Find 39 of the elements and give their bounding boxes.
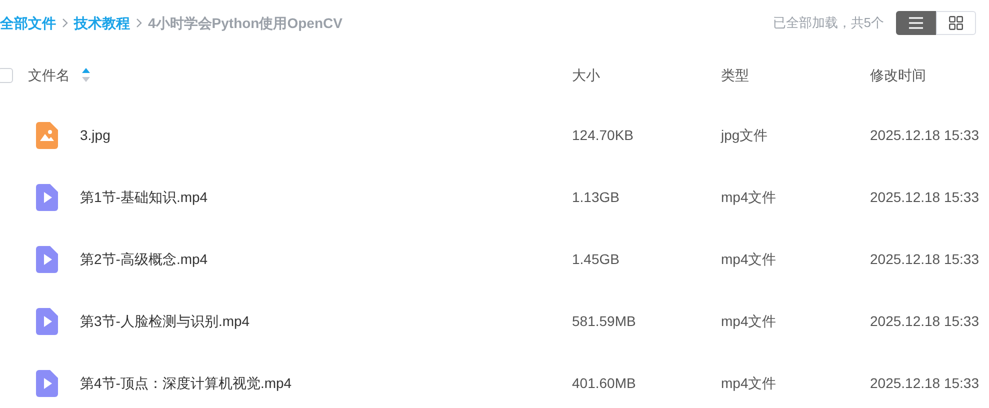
file-size: 1.45GB [572, 250, 620, 266]
modified-time: 2025.12.18 15:33 [870, 374, 979, 390]
file-type: jpg文件 [721, 126, 768, 142]
list-view-button[interactable] [896, 11, 936, 35]
breadcrumb-current: 4小时学会Python使用OpenCV [148, 14, 342, 33]
sort-icon[interactable] [82, 68, 90, 82]
column-header[interactable]: 文件名 [28, 64, 70, 86]
file-name[interactable]: 第3节-人脸检测与识别.mp4 [80, 310, 250, 332]
video-file-icon [36, 184, 58, 210]
video-file-icon [36, 370, 58, 396]
modified-time: 2025.12.18 15:33 [870, 312, 979, 328]
modified-time: 2025.12.18 15:33 [870, 188, 979, 204]
video-file-icon [36, 308, 58, 334]
file-name[interactable]: 第1节-基础知识.mp4 [80, 186, 208, 208]
modified-time: 2025.12.18 15:33 [870, 250, 979, 266]
file-size: 581.59MB [572, 312, 636, 328]
file-name[interactable]: 3.jpg [80, 124, 110, 146]
video-file-icon [36, 246, 58, 272]
grid-view-button[interactable] [936, 11, 976, 35]
load-status: 已全部加载，共5个 [772, 14, 884, 32]
column-header[interactable]: 类型 [721, 64, 749, 86]
file-size: 124.70KB [572, 126, 634, 142]
list-icon [909, 17, 923, 29]
file-type: mp4文件 [721, 250, 776, 266]
column-header[interactable]: 修改时间 [870, 64, 926, 86]
modified-time: 2025.12.18 15:33 [870, 126, 979, 142]
file-type: mp4文件 [721, 312, 776, 328]
chevron-icon [136, 18, 142, 28]
select-all-checkbox[interactable] [0, 68, 13, 82]
chevron-icon [62, 18, 68, 28]
file-type: mp4文件 [721, 374, 776, 390]
image-file-icon [36, 122, 58, 148]
file-name[interactable]: 第4节-顶点：深度计算机视觉.mp4 [80, 372, 292, 394]
file-name[interactable]: 第2节-高级概念.mp4 [80, 248, 208, 270]
file-size: 1.13GB [572, 188, 620, 204]
column-header[interactable]: 大小 [572, 64, 600, 86]
file-size: 401.60MB [572, 374, 636, 390]
file-type: mp4文件 [721, 188, 776, 204]
grid-icon [949, 16, 963, 30]
